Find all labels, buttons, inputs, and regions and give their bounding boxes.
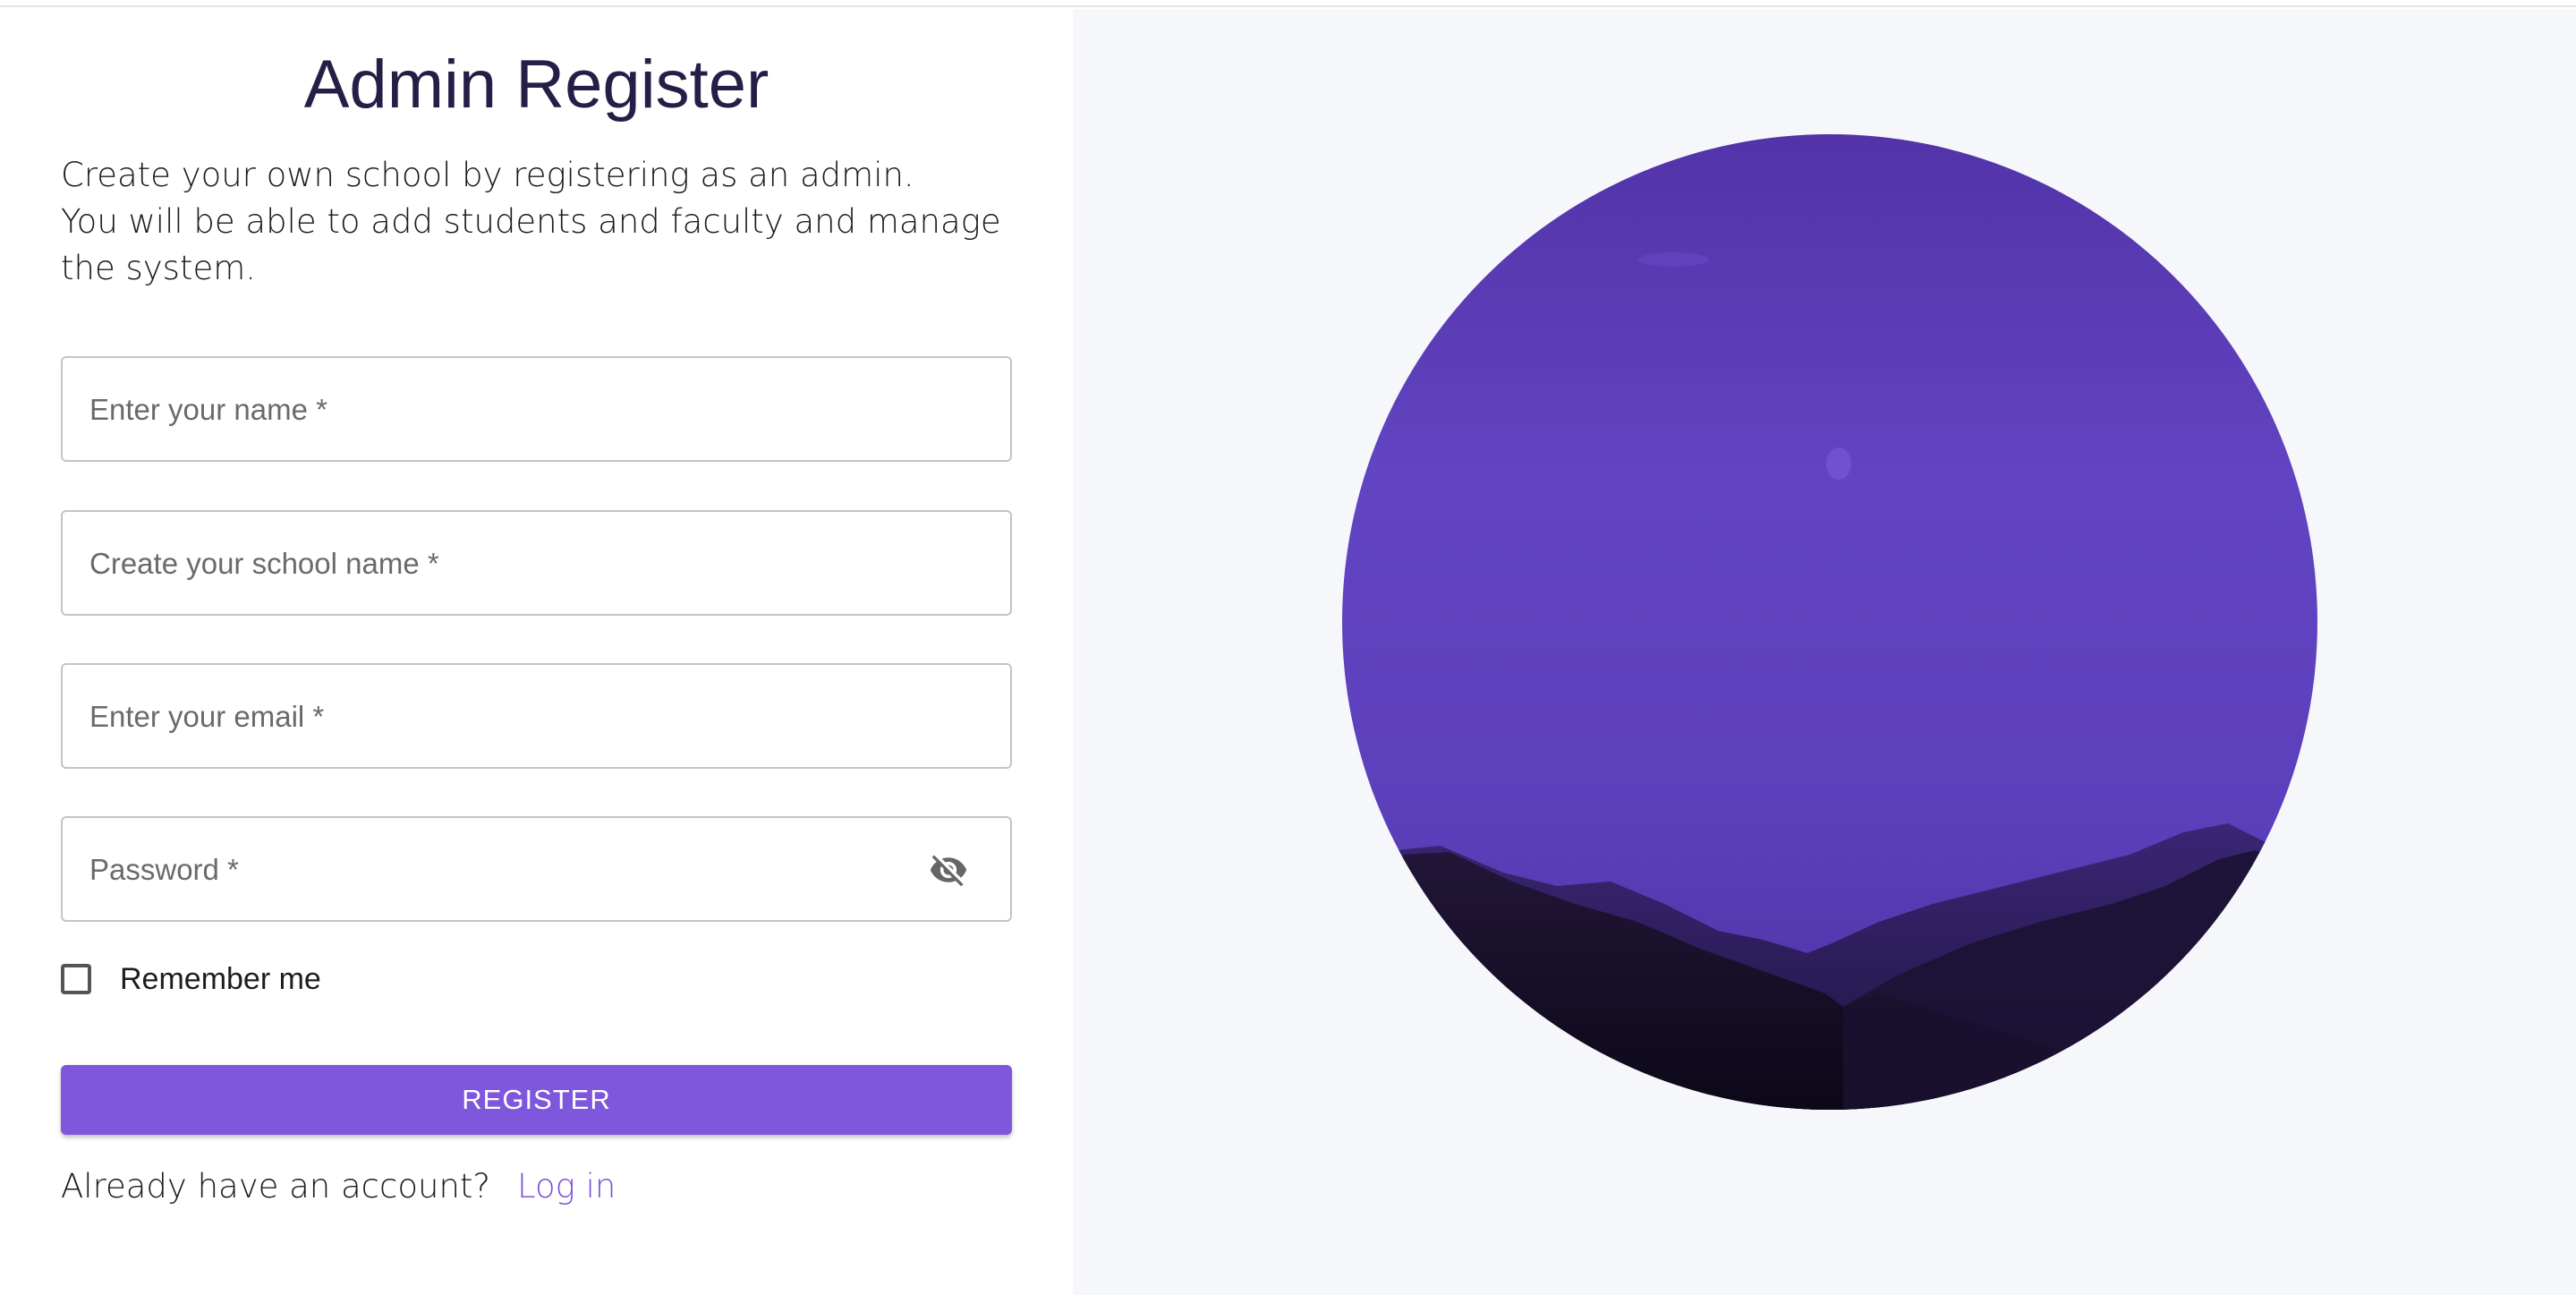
visibility-off-icon[interactable] <box>926 850 971 890</box>
email-input[interactable] <box>88 665 932 769</box>
login-prompt-text: Already have an account? <box>61 1167 491 1206</box>
mountain-night-illustration <box>1342 134 2317 1110</box>
name-input[interactable] <box>88 358 932 462</box>
remember-me-label: Remember me <box>120 961 321 996</box>
hero-image <box>1342 134 2317 1110</box>
admin-register-page: Admin Register Create your own school by… <box>0 0 2576 1295</box>
description-line-1: Create your own school by registering as… <box>61 156 914 194</box>
page-title: Admin Register <box>303 47 769 123</box>
name-field[interactable] <box>61 356 1012 462</box>
password-input[interactable] <box>88 818 879 922</box>
school-name-field[interactable] <box>61 510 1012 616</box>
school-name-input[interactable] <box>88 512 932 616</box>
page-description: Create your own school by registering as… <box>61 152 1009 292</box>
top-divider <box>0 0 2576 7</box>
description-line-2: You will be able to add students and fac… <box>61 202 1001 241</box>
login-prompt: Already have an account? Log in <box>61 1165 616 1208</box>
password-field[interactable] <box>61 816 1012 922</box>
remember-me-row[interactable]: Remember me <box>61 959 321 999</box>
remember-me-checkbox[interactable] <box>61 964 91 994</box>
description-line-3: the system. <box>61 249 257 287</box>
login-link[interactable]: Log in <box>517 1167 616 1206</box>
register-button[interactable]: REGISTER <box>61 1065 1012 1135</box>
email-field[interactable] <box>61 663 1012 769</box>
